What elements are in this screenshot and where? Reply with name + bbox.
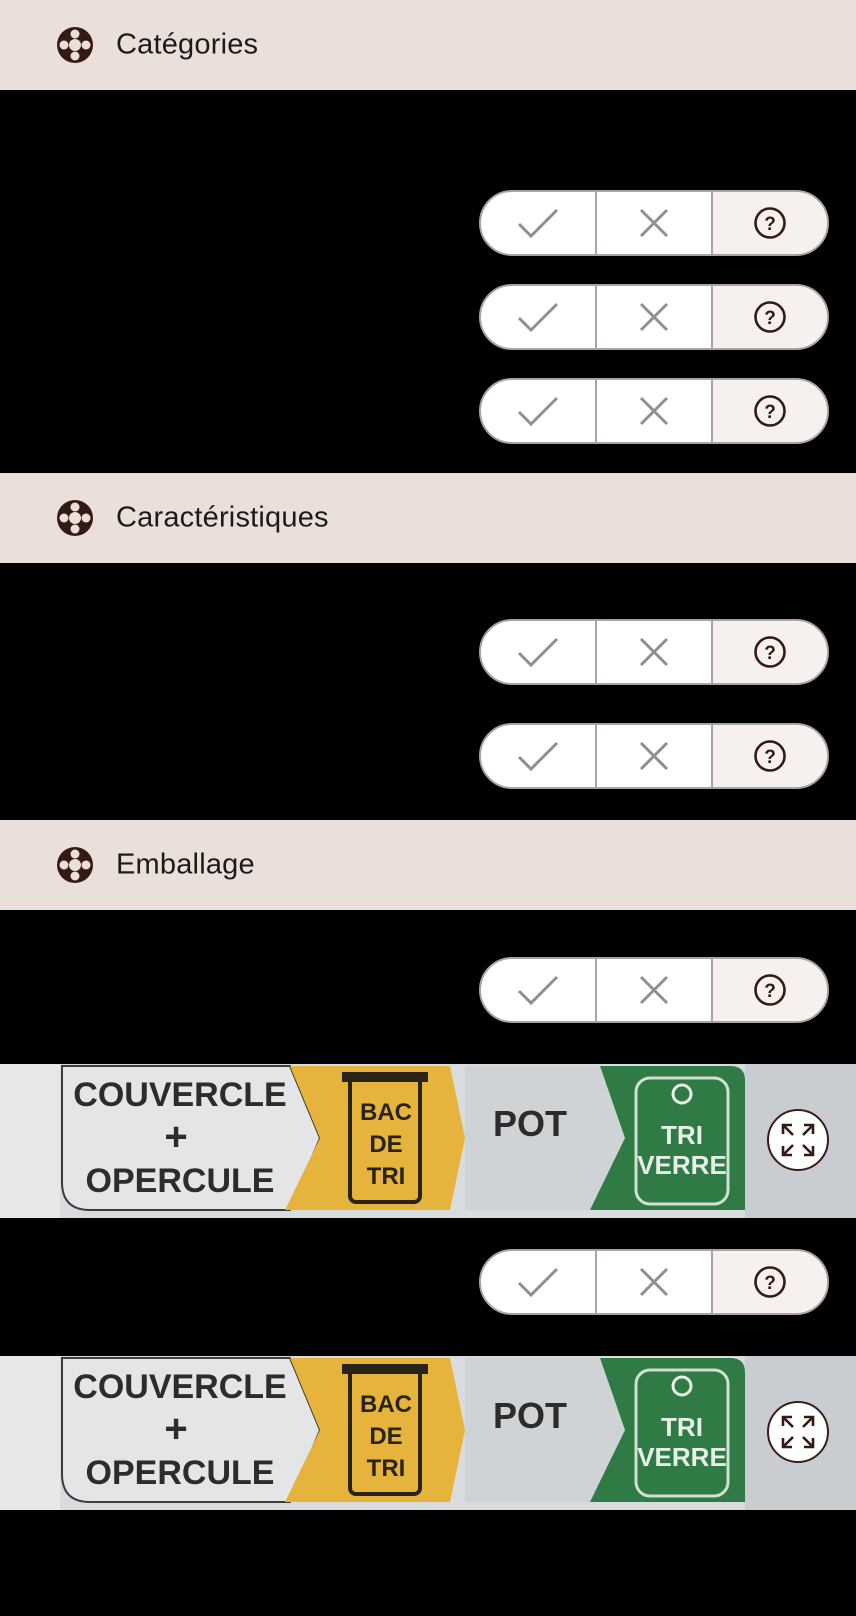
bin-line-1: BAC: [360, 1099, 412, 1126]
question-circle-icon: ?: [754, 740, 786, 772]
vote-group: ?: [479, 284, 829, 350]
no-button[interactable]: [595, 621, 711, 683]
label-plus: +: [164, 1407, 187, 1451]
packaging-photo: COUVERCLE + OPERCULE BAC DE TRI POT TRI …: [0, 1064, 856, 1218]
no-button[interactable]: [595, 1251, 711, 1313]
lifebuoy-icon: [57, 500, 93, 536]
section-title: Caractéristiques: [116, 501, 329, 534]
section-header-characteristics[interactable]: Caractéristiques: [0, 473, 856, 563]
unknown-button[interactable]: ?: [711, 1251, 827, 1313]
close-icon: [639, 208, 669, 238]
packaging-photo: COUVERCLE + OPERCULE BAC DE TRI POT TRI …: [0, 1356, 856, 1510]
check-icon: [517, 396, 559, 427]
svg-text:?: ?: [764, 1273, 776, 1294]
expand-icon: [781, 1123, 815, 1157]
yes-button[interactable]: [481, 380, 595, 442]
recycling-label-image: COUVERCLE + OPERCULE BAC DE TRI POT TRI …: [0, 1356, 856, 1510]
unknown-button[interactable]: ?: [711, 286, 827, 348]
label-line-3: OPERCULE: [86, 1162, 275, 1200]
question-circle-icon: ?: [754, 301, 786, 333]
unknown-button[interactable]: ?: [711, 380, 827, 442]
no-button[interactable]: [595, 725, 711, 787]
no-button[interactable]: [595, 286, 711, 348]
section-header-categories[interactable]: Catégories: [0, 0, 856, 90]
yes-button[interactable]: [481, 725, 595, 787]
lifebuoy-icon: [57, 27, 93, 63]
label-plus: +: [164, 1115, 187, 1159]
pot-label: POT: [493, 1395, 567, 1436]
yes-button[interactable]: [481, 959, 595, 1021]
bin-line-2: DE: [369, 1423, 402, 1450]
yes-button[interactable]: [481, 192, 595, 254]
check-icon: [517, 637, 559, 668]
bin-line-3: TRI: [367, 1163, 406, 1190]
expand-photo-button[interactable]: [767, 1109, 829, 1171]
svg-text:?: ?: [764, 643, 776, 664]
check-icon: [517, 741, 559, 772]
vote-group: ?: [479, 1249, 829, 1315]
vote-group: ?: [479, 723, 829, 789]
check-icon: [517, 208, 559, 239]
question-circle-icon: ?: [754, 395, 786, 427]
section-header-packaging[interactable]: Emballage: [0, 820, 856, 910]
yes-button[interactable]: [481, 1251, 595, 1313]
vote-group: ?: [479, 378, 829, 444]
yes-button[interactable]: [481, 286, 595, 348]
unknown-button[interactable]: ?: [711, 725, 827, 787]
question-circle-icon: ?: [754, 974, 786, 1006]
glass-line-1: TRI: [661, 1412, 703, 1442]
close-icon: [639, 741, 669, 771]
pot-label: POT: [493, 1103, 567, 1144]
question-circle-icon: ?: [754, 207, 786, 239]
question-circle-icon: ?: [754, 1266, 786, 1298]
svg-text:?: ?: [764, 214, 776, 235]
close-icon: [639, 975, 669, 1005]
expand-photo-button[interactable]: [767, 1401, 829, 1463]
bin-line-3: TRI: [367, 1455, 406, 1482]
unknown-button[interactable]: ?: [711, 621, 827, 683]
no-button[interactable]: [595, 192, 711, 254]
close-icon: [639, 637, 669, 667]
section-title: Catégories: [116, 28, 259, 61]
check-icon: [517, 302, 559, 333]
bin-line-2: DE: [369, 1131, 402, 1158]
lifebuoy-icon: [57, 847, 93, 883]
label-line-1: COUVERCLE: [73, 1368, 286, 1406]
glass-line-2: VERRE: [637, 1150, 727, 1180]
unknown-button[interactable]: ?: [711, 959, 827, 1021]
no-button[interactable]: [595, 959, 711, 1021]
recycling-label-image: COUVERCLE + OPERCULE BAC DE TRI POT TRI …: [0, 1064, 856, 1218]
svg-text:?: ?: [764, 747, 776, 768]
vote-group: ?: [479, 619, 829, 685]
check-icon: [517, 975, 559, 1006]
label-line-3: OPERCULE: [86, 1454, 275, 1492]
unknown-button[interactable]: ?: [711, 192, 827, 254]
close-icon: [639, 1267, 669, 1297]
check-icon: [517, 1267, 559, 1298]
vote-group: ?: [479, 190, 829, 256]
expand-icon: [781, 1415, 815, 1449]
question-circle-icon: ?: [754, 636, 786, 668]
glass-line-1: TRI: [661, 1120, 703, 1150]
yes-button[interactable]: [481, 621, 595, 683]
bin-line-1: BAC: [360, 1391, 412, 1418]
svg-text:?: ?: [764, 981, 776, 1002]
section-title: Emballage: [116, 848, 255, 881]
close-icon: [639, 396, 669, 426]
svg-text:?: ?: [764, 402, 776, 423]
vote-group: ?: [479, 957, 829, 1023]
no-button[interactable]: [595, 380, 711, 442]
label-line-1: COUVERCLE: [73, 1076, 286, 1114]
glass-line-2: VERRE: [637, 1442, 727, 1472]
close-icon: [639, 302, 669, 332]
svg-text:?: ?: [764, 308, 776, 329]
